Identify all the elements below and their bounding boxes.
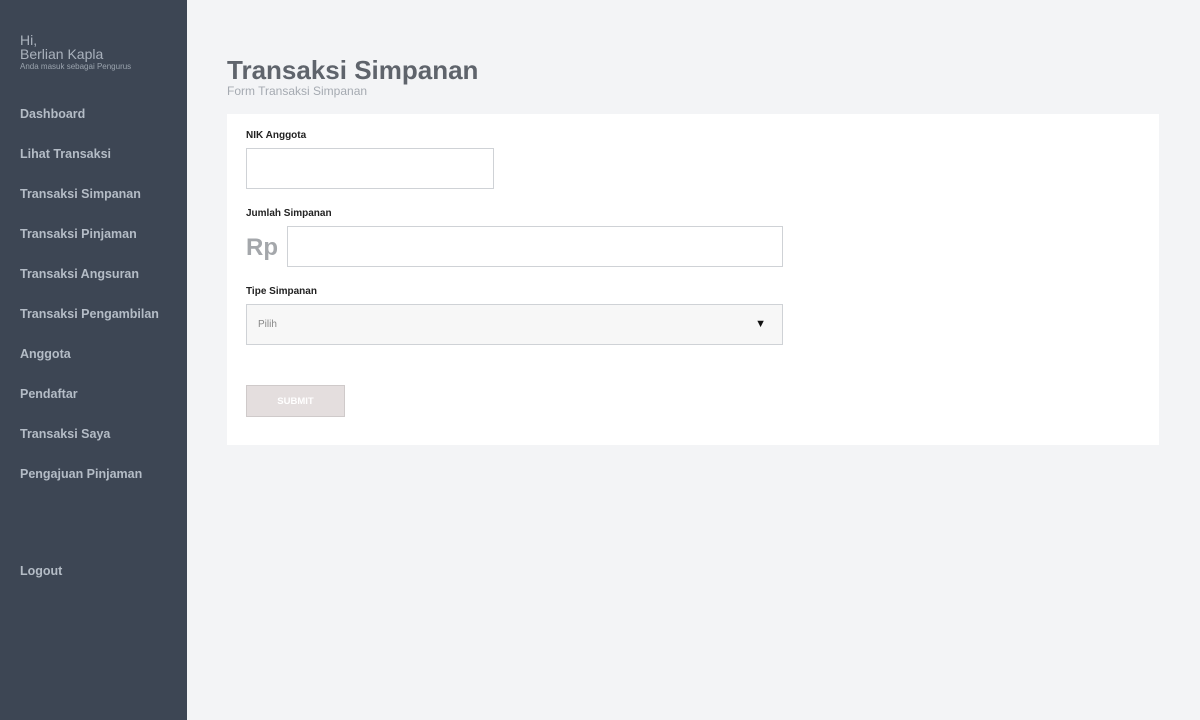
sidebar-item-transaksi-pinjaman[interactable]: Transaksi Pinjaman bbox=[20, 226, 159, 266]
sidebar-item-pengajuan-pinjaman[interactable]: Pengajuan Pinjaman bbox=[20, 466, 159, 506]
sidebar-item-anggota[interactable]: Anggota bbox=[20, 346, 159, 386]
page-title: Transaksi Simpanan bbox=[227, 55, 479, 85]
sidebar-item-transaksi-pengambilan[interactable]: Transaksi Pengambilan bbox=[20, 306, 159, 346]
nik-input[interactable] bbox=[246, 148, 494, 189]
greeting-text: Hi, bbox=[20, 32, 38, 48]
tipe-label: Tipe Simpanan bbox=[246, 286, 317, 297]
jumlah-label: Jumlah Simpanan bbox=[246, 208, 332, 219]
user-greeting: Hi, Berlian Kapla Anda masuk sebagai Pen… bbox=[20, 33, 131, 72]
submit-button[interactable]: SUBMIT bbox=[246, 385, 345, 417]
user-role: Anda masuk sebagai Pengurus bbox=[20, 62, 132, 71]
jumlah-input[interactable] bbox=[287, 226, 783, 267]
sidebar-item-transaksi-saya[interactable]: Transaksi Saya bbox=[20, 426, 159, 466]
currency-prefix: Rp bbox=[246, 234, 278, 261]
user-name: Berlian Kapla bbox=[20, 46, 104, 62]
dropdown-arrow-icon: ▼ bbox=[755, 318, 766, 330]
logout-link[interactable]: Logout bbox=[20, 564, 62, 578]
transaction-form: NIK Anggota Jumlah Simpanan Rp Tipe Simp… bbox=[227, 114, 1159, 445]
sidebar-item-lihat-transaksi[interactable]: Lihat Transaksi bbox=[20, 146, 159, 186]
tipe-select[interactable]: Pilih ▼ bbox=[246, 304, 783, 345]
sidebar-item-transaksi-angsuran[interactable]: Transaksi Angsuran bbox=[20, 266, 159, 306]
sidebar-nav: Dashboard Lihat Transaksi Transaksi Simp… bbox=[20, 106, 159, 506]
sidebar-item-transaksi-simpanan[interactable]: Transaksi Simpanan bbox=[20, 186, 159, 226]
nik-label: NIK Anggota bbox=[246, 130, 307, 141]
sidebar-item-pendaftar[interactable]: Pendaftar bbox=[20, 386, 159, 426]
tipe-selected-value: Pilih bbox=[258, 319, 277, 330]
page-subtitle: Form Transaksi Simpanan bbox=[227, 84, 368, 98]
sidebar-item-dashboard[interactable]: Dashboard bbox=[20, 106, 159, 146]
sidebar: Hi, Berlian Kapla Anda masuk sebagai Pen… bbox=[0, 0, 187, 720]
